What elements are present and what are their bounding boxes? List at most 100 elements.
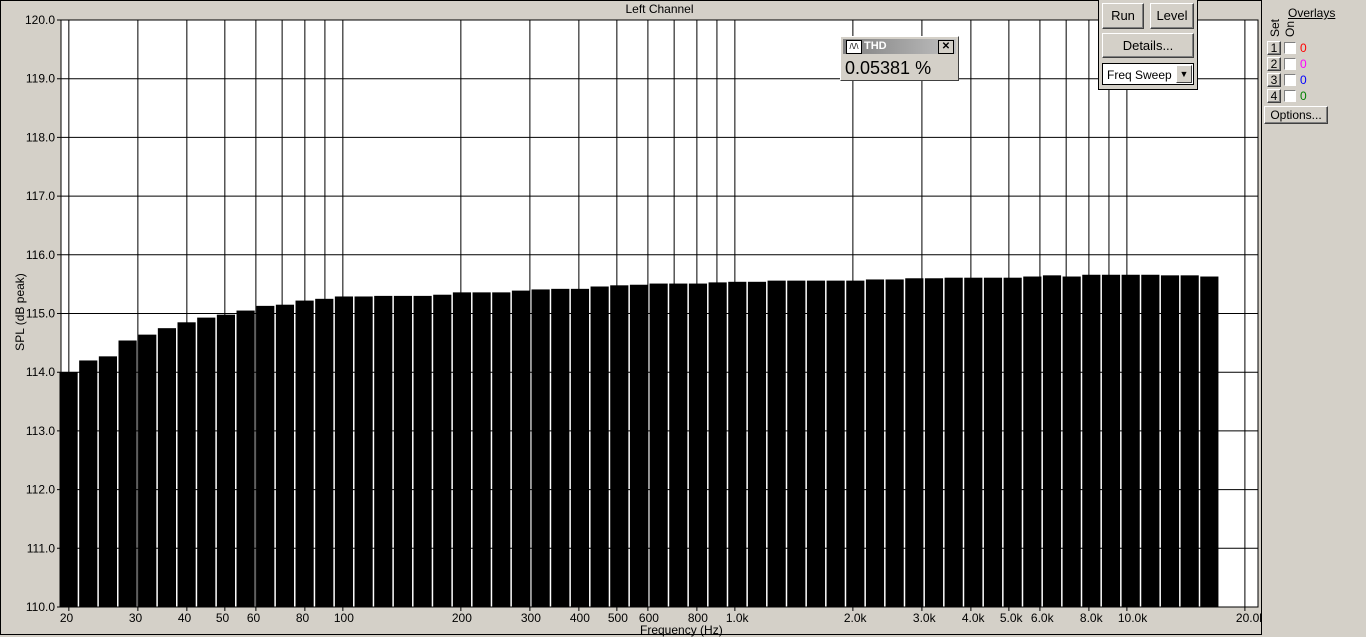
bar: [688, 283, 708, 607]
options-button[interactable]: Options...: [1264, 106, 1328, 124]
x-tick-label: 4.0k: [962, 611, 986, 625]
x-tick-label: 400: [570, 611, 590, 625]
x-tick-label: 2.0k: [844, 611, 868, 625]
x-tick-label: 50: [216, 611, 230, 625]
y-tick-label: 115.0: [26, 307, 55, 321]
overlay-on-checkbox[interactable]: [1284, 42, 1296, 54]
bar: [944, 277, 963, 607]
bar: [157, 328, 177, 607]
overlay-set-button[interactable]: 4: [1267, 89, 1281, 103]
bar: [1200, 276, 1219, 607]
bar: [216, 314, 236, 607]
bar: [59, 372, 78, 607]
x-tick-label: 3.0k: [913, 611, 937, 625]
overlays-title[interactable]: Overlays: [1288, 6, 1335, 20]
thd-meter-window[interactable]: /\/\ THD ✕ 0.05381 %: [840, 36, 959, 81]
x-tick-label: 30: [129, 611, 143, 625]
thd-label: THD: [864, 40, 887, 52]
x-tick-label: 200: [452, 611, 472, 625]
bar: [885, 279, 904, 607]
x-tick-label: 500: [608, 611, 628, 625]
level-button[interactable]: Level: [1150, 3, 1194, 29]
bar: [924, 278, 944, 607]
x-axis-label: Frequency (Hz): [640, 623, 723, 637]
close-icon[interactable]: ✕: [938, 40, 954, 54]
overlay-on-checkbox[interactable]: [1284, 58, 1296, 70]
bar: [1101, 274, 1121, 607]
x-tick-label: 5.0k: [1000, 611, 1024, 625]
y-tick-label: 120.0: [25, 13, 55, 27]
bar: [570, 288, 590, 607]
bar: [767, 280, 786, 607]
bar: [433, 294, 452, 607]
x-tick-label: 8.0k: [1080, 611, 1104, 625]
y-tick-label: 114.0: [26, 365, 55, 379]
thd-titlebar[interactable]: /\/\ THD ✕: [843, 39, 956, 54]
overlay-value: 0: [1300, 57, 1307, 71]
x-tick-label: 300: [521, 611, 541, 625]
overlay-value: 0: [1300, 41, 1307, 55]
bar: [1062, 276, 1081, 607]
y-tick-label: 116.0: [26, 248, 55, 262]
bar: [590, 286, 609, 607]
overlay-set-button[interactable]: 3: [1267, 73, 1281, 87]
bar: [747, 281, 767, 607]
bar: [669, 283, 688, 607]
bar: [905, 278, 924, 607]
bar: [256, 305, 275, 607]
bar: [138, 334, 157, 607]
bar: [787, 280, 806, 607]
overlay-set-button[interactable]: 1: [1267, 41, 1281, 55]
bar: [79, 360, 98, 607]
bar: [826, 280, 845, 607]
bar: [472, 292, 491, 607]
bar: [197, 317, 216, 607]
x-tick-label: 20.0k: [1236, 611, 1262, 625]
thd-value: 0.05381 %: [845, 58, 932, 78]
mode-select[interactable]: Freq Sweep ▼: [1102, 63, 1194, 85]
x-tick-label: 6.0k: [1031, 611, 1055, 625]
mode-select-value: Freq Sweep: [1107, 68, 1172, 82]
bar: [118, 340, 137, 607]
bar: [629, 284, 649, 607]
bar: [236, 310, 255, 607]
y-tick-label: 119.0: [26, 72, 55, 86]
bar: [865, 279, 885, 607]
details-button[interactable]: Details...: [1102, 33, 1194, 58]
bar: [531, 289, 550, 607]
overlay-set-button[interactable]: 2: [1267, 57, 1281, 71]
set-column-label: Set: [1268, 18, 1282, 37]
y-tick-label: 118.0: [26, 130, 55, 144]
bar: [610, 285, 629, 607]
bar: [551, 288, 570, 607]
bar: [334, 296, 354, 607]
bar: [492, 292, 511, 607]
x-tick-label: 60: [247, 611, 261, 625]
chevron-down-icon[interactable]: ▼: [1176, 65, 1192, 83]
bar: [1180, 275, 1199, 607]
bar: [452, 292, 472, 607]
bar: [275, 304, 295, 607]
overlay-on-checkbox[interactable]: [1284, 74, 1296, 86]
bar: [1160, 275, 1180, 607]
bar: [413, 295, 432, 607]
on-column-label: On: [1283, 20, 1297, 37]
bar: [295, 300, 314, 607]
bar: [846, 280, 865, 607]
bar: [98, 356, 118, 607]
bar: [964, 277, 983, 607]
x-tick-label: 40: [178, 611, 192, 625]
bar: [649, 283, 668, 607]
bar: [315, 298, 334, 607]
bar: [708, 282, 727, 607]
spl-bar-chart: 110.0 111.0 112.0 113.0 114.0 115.0 116.0 117.0…: [25, 13, 1262, 625]
bar: [983, 277, 1003, 607]
bar: [177, 322, 196, 607]
bar: [374, 295, 393, 607]
overlay-on-checkbox[interactable]: [1284, 90, 1296, 102]
bar: [393, 295, 413, 607]
bar: [1121, 274, 1140, 607]
y-tick-label: 112.0: [26, 483, 55, 497]
y-tick-label: 110.0: [26, 600, 55, 614]
run-button[interactable]: Run: [1102, 3, 1144, 29]
